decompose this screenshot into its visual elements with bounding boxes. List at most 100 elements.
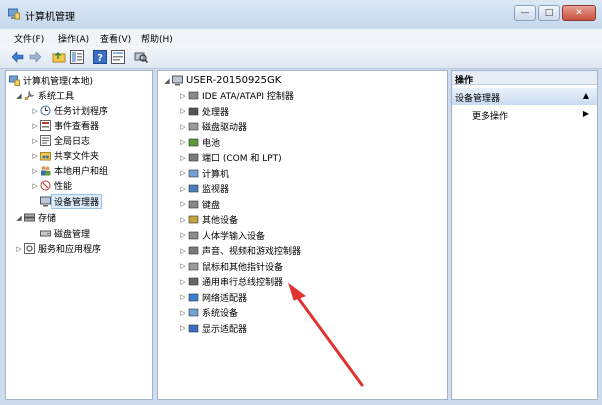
back-arrow-icon[interactable] [11,50,25,64]
collapsed-arrow-icon[interactable]: ▷ [30,137,40,145]
tree-root[interactable]: 计算机管理(本地) [9,73,93,88]
clock-icon [40,105,51,116]
device-usb[interactable]: ▷ 通用串行总线控制器 [178,274,283,289]
device-computer[interactable]: ▷ 计算机 [178,166,229,181]
device-display[interactable]: ▷ 显示适配器 [178,321,247,336]
tree-label: 性能 [54,182,73,192]
device-monitors[interactable]: ▷ 监视器 [178,181,229,196]
submenu-arrow-icon[interactable]: ▶ [583,109,589,118]
forward-arrow-icon[interactable] [28,50,42,64]
more-actions-label: 更多操作 [472,112,509,122]
collapsed-arrow-icon[interactable]: ▷ [178,216,188,224]
device-ports[interactable]: ▷ 端口 (COM 和 LPT) [178,150,281,165]
collapsed-arrow-icon[interactable]: ▷ [30,122,40,130]
tree-event-viewer[interactable]: ▷ 事件查看器 [30,118,99,133]
device-network[interactable]: ▷ 网络适配器 [178,290,247,305]
computer-icon [172,75,183,86]
device-manager-icon [40,196,51,207]
device-keyboards[interactable]: ▷ 键盘 [178,197,220,212]
tree-label: 服务和应用程序 [38,245,102,255]
actions-header: 操作 [452,71,597,86]
collapsed-arrow-icon[interactable]: ▷ [178,123,188,131]
collapsed-arrow-icon[interactable]: ▷ [178,169,188,177]
device-hid[interactable]: ▷ 人体学输入设备 [178,228,265,243]
properties-icon[interactable] [111,50,125,64]
device-battery[interactable]: ▷ 电池 [178,135,220,150]
disk-management-icon [40,230,51,237]
collapsed-arrow-icon[interactable]: ▷ [178,278,188,286]
tree-system-tools[interactable]: ◢ 系统工具 [14,88,74,103]
collapsed-arrow-icon[interactable]: ▷ [30,152,40,160]
menu-action[interactable]: 操作(A) [58,32,89,45]
tree-performance[interactable]: ▷ 性能 [30,178,72,193]
collapsed-arrow-icon[interactable]: ▷ [178,247,188,255]
expanded-arrow-icon[interactable]: ◢ [14,214,24,222]
show-tree-icon[interactable] [70,50,84,64]
computer-icon [188,169,199,177]
collapsed-arrow-icon[interactable]: ▷ [178,138,188,146]
menu-view[interactable]: 查看(V) [100,32,131,45]
device-other[interactable]: ▷ 其他设备 [178,212,238,227]
collapsed-arrow-icon[interactable]: ▷ [30,107,40,115]
collapsed-arrow-icon[interactable]: ▷ [178,200,188,208]
tree-shared-folders[interactable]: ▷ 共享文件夹 [30,148,99,163]
collapsed-arrow-icon[interactable]: ▷ [178,185,188,193]
menu-bar: 文件(F) 操作(A) 查看(V) 帮助(H) [0,29,602,46]
device-root[interactable]: ◢ USER-20150925GK [162,73,281,88]
tree-device-manager[interactable]: 设备管理器 [40,194,103,209]
collapsed-arrow-icon[interactable]: ▷ [178,92,188,100]
scan-hardware-icon[interactable] [134,50,148,64]
collapsed-arrow-icon[interactable]: ▷ [178,309,188,317]
tree-label: 系统工具 [38,92,75,102]
sound-icon [188,246,199,255]
menu-help[interactable]: 帮助(H) [141,32,173,45]
device-sound[interactable]: ▷ 声音、视频和游戏控制器 [178,243,301,258]
collapse-triangle-icon[interactable]: ▲ [583,91,589,100]
maximize-button[interactable]: □ [538,5,560,21]
menu-file[interactable]: 文件(F) [14,32,44,45]
device-label: IDE ATA/ATAPI 控制器 [202,92,294,102]
device-system[interactable]: ▷ 系统设备 [178,305,238,320]
up-folder-icon[interactable] [52,50,66,64]
collapsed-arrow-icon[interactable]: ▷ [30,167,40,175]
collapsed-arrow-icon[interactable]: ▷ [178,231,188,239]
expanded-arrow-icon[interactable]: ◢ [162,77,172,85]
collapsed-arrow-icon[interactable]: ▷ [178,154,188,162]
more-actions[interactable]: 更多操作 [472,109,508,122]
device-mice[interactable]: ▷ 鼠标和其他指针设备 [178,259,283,274]
actions-device-manager[interactable]: 设备管理器 ▲ [452,88,597,105]
hid-icon [188,231,199,239]
collapsed-arrow-icon[interactable]: ▷ [178,324,188,332]
close-button[interactable]: ✕ [562,5,596,21]
device-label: 键盘 [202,200,221,211]
tree-label-selected: 设备管理器 [51,194,103,209]
device-ide[interactable]: ▷ IDE ATA/ATAPI 控制器 [178,88,294,103]
minimize-button[interactable]: — [514,5,536,21]
tree-label: 存储 [38,214,57,224]
tree-services-apps[interactable]: ▷ 服务和应用程序 [14,241,101,256]
collapsed-arrow-icon[interactable]: ▷ [178,107,188,115]
help-icon[interactable]: ? [93,50,107,64]
other-devices-icon [188,215,199,224]
display-adapter-icon [188,324,199,332]
expanded-arrow-icon[interactable]: ◢ [14,92,24,100]
device-label: 通用串行总线控制器 [202,278,284,288]
collapsed-arrow-icon[interactable]: ▷ [30,182,40,190]
device-label: 监视器 [202,185,230,195]
storage-icon [24,213,35,222]
device-label: 鼠标和其他指针设备 [202,262,284,273]
tree-storage[interactable]: ◢ 存储 [14,210,56,225]
tree-task-scheduler[interactable]: ▷ 任务计划程序 [30,103,108,118]
tree-local-users-groups[interactable]: ▷ 本地用户和组 [30,163,108,178]
device-disk-drives[interactable]: ▷ 磁盘驱动器 [178,119,247,134]
device-processor[interactable]: ▷ 处理器 [178,104,229,119]
tree-global-log[interactable]: ▷ 全局日志 [30,133,90,148]
collapsed-arrow-icon[interactable]: ▷ [14,245,24,253]
usb-icon [188,277,199,286]
battery-icon [188,138,199,146]
performance-icon [40,180,51,191]
collapsed-arrow-icon[interactable]: ▷ [178,262,188,270]
tree-label: 磁盘管理 [54,230,91,240]
tree-disk-management[interactable]: 磁盘管理 [40,226,90,241]
collapsed-arrow-icon[interactable]: ▷ [178,293,188,301]
